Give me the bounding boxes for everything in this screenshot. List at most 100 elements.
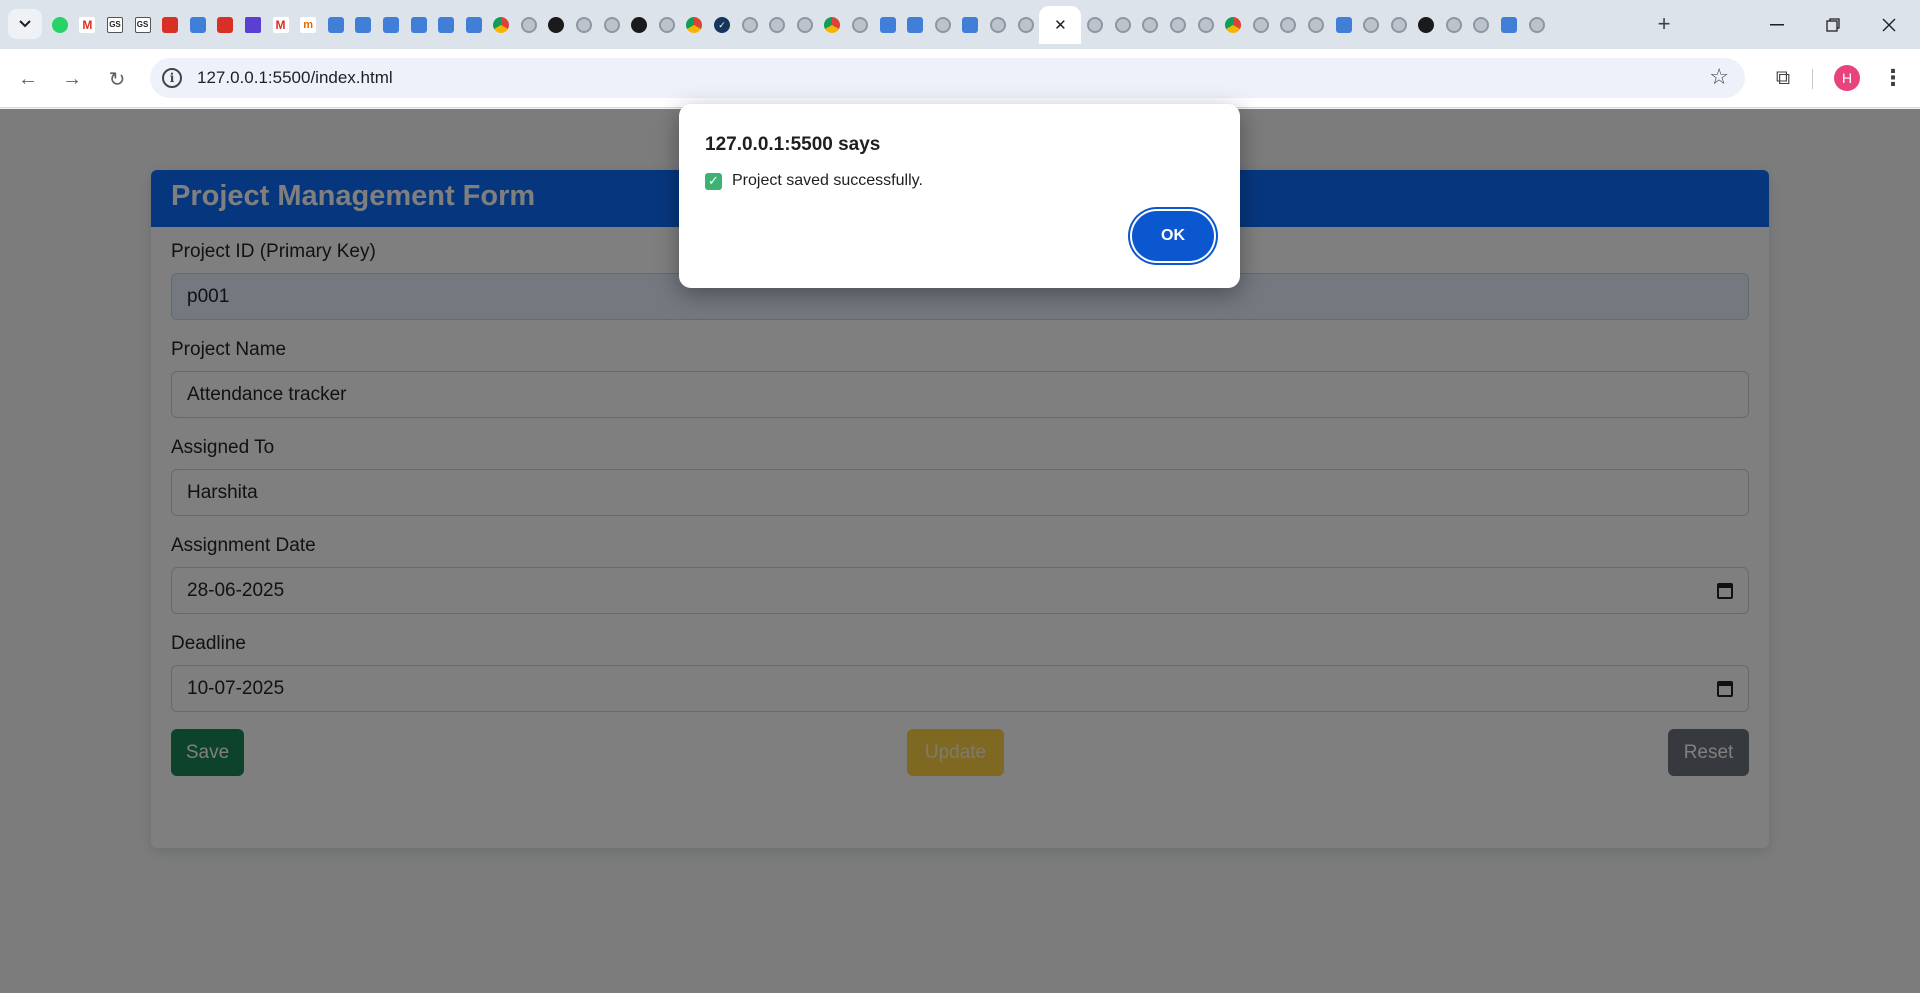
tab[interactable] xyxy=(1012,6,1040,44)
close-icon[interactable]: ✕ xyxy=(1054,16,1067,34)
tab[interactable] xyxy=(212,6,240,44)
close-icon xyxy=(1882,18,1896,31)
globe-icon xyxy=(796,17,813,33)
openai-icon xyxy=(548,17,565,33)
tab[interactable] xyxy=(1081,6,1109,44)
info-icon[interactable]: i xyxy=(162,68,182,88)
blue-app-icon xyxy=(879,17,896,33)
tab[interactable]: M xyxy=(267,6,295,44)
tab[interactable] xyxy=(460,6,488,44)
tab[interactable] xyxy=(1440,6,1468,44)
tab[interactable]: m xyxy=(294,6,322,44)
dialog-message-text: Project saved successfully. xyxy=(732,172,923,189)
tab[interactable] xyxy=(1330,6,1358,44)
tab[interactable] xyxy=(1164,6,1192,44)
tab[interactable] xyxy=(819,6,847,44)
restore-button[interactable] xyxy=(1805,0,1861,49)
reload-button[interactable]: ↻ xyxy=(101,63,133,95)
window-close-button[interactable] xyxy=(1861,0,1917,49)
globe-icon xyxy=(1473,17,1490,33)
tab[interactable] xyxy=(1109,6,1137,44)
globe-icon xyxy=(1390,17,1407,33)
tab[interactable] xyxy=(1137,6,1165,44)
tab[interactable] xyxy=(432,6,460,44)
tab[interactable]: GS xyxy=(129,6,157,44)
tab-search-button[interactable] xyxy=(8,9,42,39)
tab[interactable] xyxy=(1275,6,1303,44)
back-button[interactable]: ← xyxy=(12,63,44,95)
blue-app-icon xyxy=(962,17,979,33)
address-bar[interactable]: i 127.0.0.1:5500/index.html ☆ xyxy=(150,58,1745,98)
tab[interactable] xyxy=(984,6,1012,44)
url-text[interactable]: 127.0.0.1:5500/index.html xyxy=(197,68,393,88)
tab[interactable] xyxy=(239,6,267,44)
tab[interactable] xyxy=(957,6,985,44)
tab[interactable] xyxy=(184,6,212,44)
arrow-right-icon: → xyxy=(62,67,82,90)
tab[interactable] xyxy=(1357,6,1385,44)
tab[interactable]: M xyxy=(74,6,102,44)
list-app-icon xyxy=(244,17,261,33)
openai-icon xyxy=(520,17,537,33)
toolbar-divider xyxy=(1812,69,1813,89)
red-app-icon xyxy=(162,17,179,33)
chrome-icon xyxy=(1225,17,1242,33)
tab[interactable] xyxy=(874,6,902,44)
globe-icon xyxy=(769,17,786,33)
blue-app-icon xyxy=(438,17,455,33)
blue-app-icon xyxy=(1335,17,1352,33)
tab[interactable] xyxy=(46,6,74,44)
tab[interactable] xyxy=(488,6,516,44)
globe-icon xyxy=(1252,17,1269,33)
globe-icon xyxy=(1528,17,1545,33)
tab[interactable] xyxy=(322,6,350,44)
kebab-menu-icon[interactable]: ⋮ xyxy=(1878,63,1908,93)
tab[interactable] xyxy=(1468,6,1496,44)
tab[interactable] xyxy=(681,6,709,44)
tab[interactable] xyxy=(1523,6,1551,44)
tab[interactable]: GS xyxy=(101,6,129,44)
tab[interactable] xyxy=(929,6,957,44)
globe-icon xyxy=(1307,17,1324,33)
tab[interactable] xyxy=(1385,6,1413,44)
tab[interactable] xyxy=(791,6,819,44)
tab[interactable] xyxy=(515,6,543,44)
extensions-puzzle-icon[interactable]: ⧉ xyxy=(1768,63,1798,93)
tab[interactable] xyxy=(1219,6,1247,44)
tab[interactable] xyxy=(1495,6,1523,44)
tab[interactable] xyxy=(736,6,764,44)
tab[interactable] xyxy=(598,6,626,44)
tab[interactable]: ✓ xyxy=(708,6,736,44)
tab[interactable] xyxy=(570,6,598,44)
tab[interactable] xyxy=(1413,6,1441,44)
tab[interactable] xyxy=(846,6,874,44)
blue-app-icon xyxy=(465,17,482,33)
minimize-button[interactable] xyxy=(1749,0,1805,49)
tab[interactable] xyxy=(901,6,929,44)
bookmark-star-icon[interactable]: ☆ xyxy=(1709,64,1729,90)
avatar-app-icon xyxy=(189,17,206,33)
moodle-icon: m xyxy=(300,17,317,33)
ok-button[interactable]: OK xyxy=(1132,211,1214,261)
tab[interactable] xyxy=(653,6,681,44)
tab[interactable] xyxy=(543,6,571,44)
tab[interactable] xyxy=(625,6,653,44)
chrome-icon xyxy=(824,17,841,33)
globe-icon xyxy=(989,17,1006,33)
tab[interactable] xyxy=(377,6,405,44)
profile-avatar[interactable]: H xyxy=(1834,65,1860,91)
chevron-down-icon xyxy=(19,20,31,28)
dialog-title: 127.0.0.1:5500 says xyxy=(705,134,881,155)
tab[interactable] xyxy=(1192,6,1220,44)
tab[interactable] xyxy=(350,6,378,44)
tab[interactable] xyxy=(763,6,791,44)
tab[interactable] xyxy=(405,6,433,44)
forward-button[interactable]: → xyxy=(56,63,88,95)
tab-active[interactable]: ✕ xyxy=(1039,6,1082,44)
new-tab-button[interactable]: + xyxy=(1652,12,1676,36)
tab[interactable] xyxy=(1247,6,1275,44)
tab[interactable] xyxy=(156,6,184,44)
browser-toolbar: ← → ↻ i 127.0.0.1:5500/index.html ☆ ⧉ H … xyxy=(0,49,1920,108)
tab[interactable] xyxy=(1302,6,1330,44)
blue-app-icon xyxy=(907,17,924,33)
